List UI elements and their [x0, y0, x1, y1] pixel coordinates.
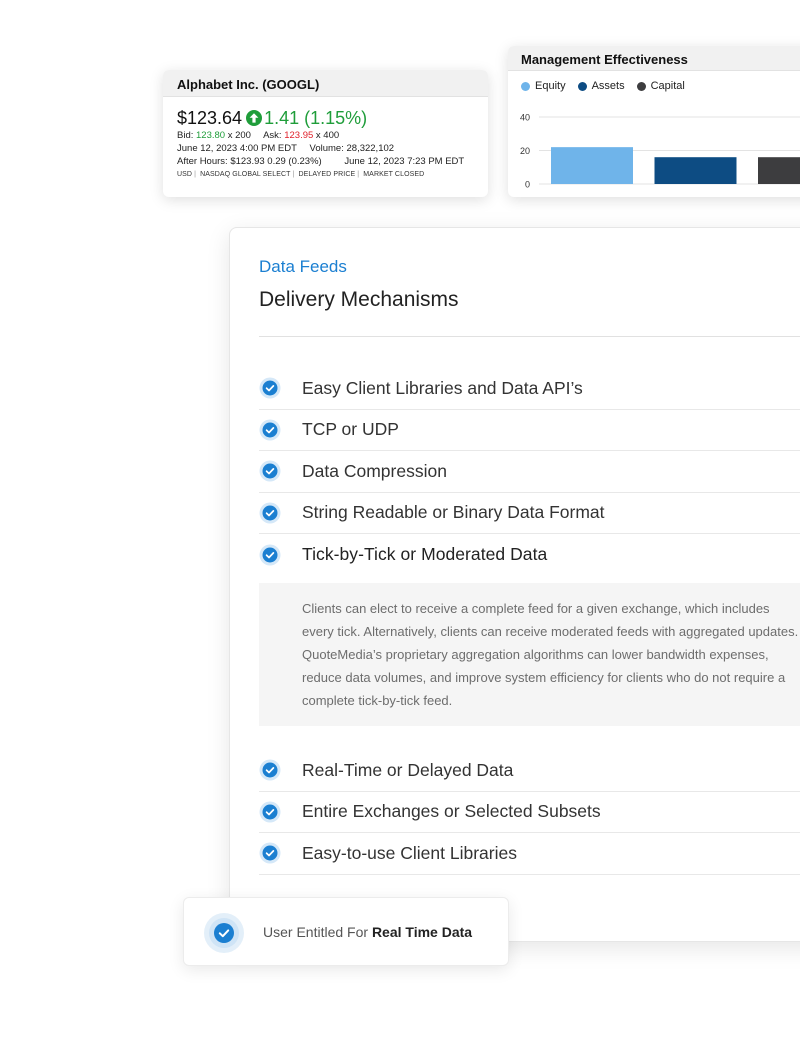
price-row: $123.64 1.41 (1.15%)	[177, 107, 488, 129]
ask-size: x 400	[315, 130, 340, 141]
y-tick-label: 0	[525, 180, 530, 190]
delivery-panel: Data Feeds Delivery Mechanisms Easy Clie…	[229, 227, 800, 942]
check-circle-icon	[259, 544, 281, 566]
quote-body: $123.64 1.41 (1.15%) Bid: 123.80 x 200 A…	[163, 97, 488, 179]
feature-label: Data Compression	[302, 460, 447, 481]
chart-card: Management Effectiveness Equity Assets C…	[508, 46, 800, 197]
feature-label: Tick-by-Tick or Moderated Data	[302, 544, 548, 565]
entitlement-emphasis: Real Time Data	[371, 924, 473, 940]
check-circle-icon	[259, 460, 281, 482]
feature-item[interactable]: Easy Client Libraries and Data API’s	[259, 368, 800, 410]
check-circle-icon	[259, 801, 281, 823]
legend-item-capital: Capital	[636, 80, 685, 92]
entitlement-card: User Entitled For Real Time Data	[183, 897, 509, 966]
check-circle-icon	[259, 759, 281, 781]
legend-label-equity: Equity	[535, 80, 566, 92]
feature-label: Easy-to-use Client Libraries	[302, 842, 517, 863]
bid-size: x 200	[227, 130, 251, 141]
check-circle-icon	[259, 377, 281, 399]
title-divider	[259, 336, 800, 337]
bid-value: 123.80	[196, 130, 226, 141]
chart-title: Management Effectiveness	[508, 46, 800, 71]
tag-market-status: MARKET CLOSED	[363, 171, 425, 178]
quote-volume: Volume: 28,322,102	[309, 143, 395, 154]
quote-datetime: June 12, 2023 4:00 PM EDT	[177, 143, 297, 154]
check-circle-icon	[259, 502, 281, 524]
y-tick-label: 40	[520, 113, 530, 123]
ask-value: 123.95	[284, 130, 314, 141]
panel-title: Delivery Mechanisms	[259, 288, 459, 311]
check-circle-icon	[204, 913, 244, 953]
quote-title: Alphabet Inc. (GOOGL)	[163, 70, 488, 97]
legend-item-equity: Equity	[521, 80, 566, 92]
feature-label: Entire Exchanges or Selected Subsets	[302, 801, 601, 822]
entitlement-prefix: User Entitled For	[263, 924, 369, 940]
legend-label-capital: Capital	[650, 80, 685, 92]
feature-item[interactable]: Easy-to-use Client Libraries	[259, 833, 800, 875]
feature-item[interactable]: Entire Exchanges or Selected Subsets	[259, 792, 800, 833]
quote-tags: USD | NASDAQ GLOBAL SELECT | DELAYED PRICE…	[177, 171, 425, 178]
tag-price-type: DELAYED PRICE	[298, 171, 356, 178]
feature-item[interactable]: String Readable or Binary Data Format	[259, 493, 800, 534]
quote-card: Alphabet Inc. (GOOGL) $123.64 1.41 (1.15…	[163, 70, 488, 197]
chart-legend: Equity Assets Capital	[521, 80, 685, 92]
bar-capital	[758, 157, 800, 184]
datetime-volume-line: June 12, 2023 4:00 PM EDT Volume: 28,322…	[177, 142, 488, 155]
feature-label: Real-Time or Delayed Data	[302, 759, 514, 780]
feature-item[interactable]: Real-Time or Delayed Data	[259, 750, 800, 792]
feature-list-bottom: Real-Time or Delayed Data Entire Exchang…	[259, 750, 800, 875]
feature-label: String Readable or Binary Data Format	[302, 502, 605, 523]
tag-exchange: NASDAQ GLOBAL SELECT	[200, 171, 291, 178]
after-hours-line: After Hours: $123.93 0.29 (0.23%) June 1…	[177, 155, 488, 168]
y-tick-label: 20	[520, 146, 530, 156]
ask-label: Ask:	[263, 130, 282, 141]
tag-currency: USD	[177, 171, 193, 178]
feature-item[interactable]: Data Compression	[259, 451, 800, 493]
bar-chart: 0 20 40	[520, 113, 800, 190]
legend-item-assets: Assets	[577, 80, 625, 92]
section-eyebrow: Data Feeds	[259, 257, 347, 276]
arrow-up-circle-icon	[246, 110, 263, 126]
check-circle-icon	[259, 842, 281, 864]
feature-detail: Clients can elect to receive a complete …	[259, 583, 800, 726]
legend-label-assets: Assets	[591, 80, 625, 92]
feature-label: TCP or UDP	[302, 419, 399, 440]
feature-item[interactable]: TCP or UDP	[259, 410, 800, 451]
bid-label: Bid:	[177, 130, 194, 141]
price-change: 1.41 (1.15%)	[264, 107, 368, 128]
bar-assets	[654, 157, 737, 184]
legend-swatch-capital	[636, 81, 646, 91]
after-hours-price: After Hours: $123.93 0.29 (0.23%)	[177, 156, 322, 167]
feature-item-expanded[interactable]: Tick-by-Tick or Moderated Data	[259, 534, 800, 576]
entitlement-text: User Entitled For Real Time Data	[263, 924, 472, 940]
legend-swatch-equity	[521, 81, 530, 91]
last-price: $123.64	[177, 107, 243, 128]
bid-ask-line: Bid: 123.80 x 200 Ask: 123.95 x 400	[177, 129, 488, 142]
feature-list-top: Easy Client Libraries and Data API’s TCP…	[259, 368, 800, 576]
after-hours-time: June 12, 2023 7:23 PM EDT	[344, 156, 465, 167]
bar-equity	[551, 147, 633, 184]
check-circle-icon	[259, 419, 281, 441]
legend-swatch-assets	[577, 81, 587, 91]
feature-label: Easy Client Libraries and Data API’s	[302, 377, 583, 398]
